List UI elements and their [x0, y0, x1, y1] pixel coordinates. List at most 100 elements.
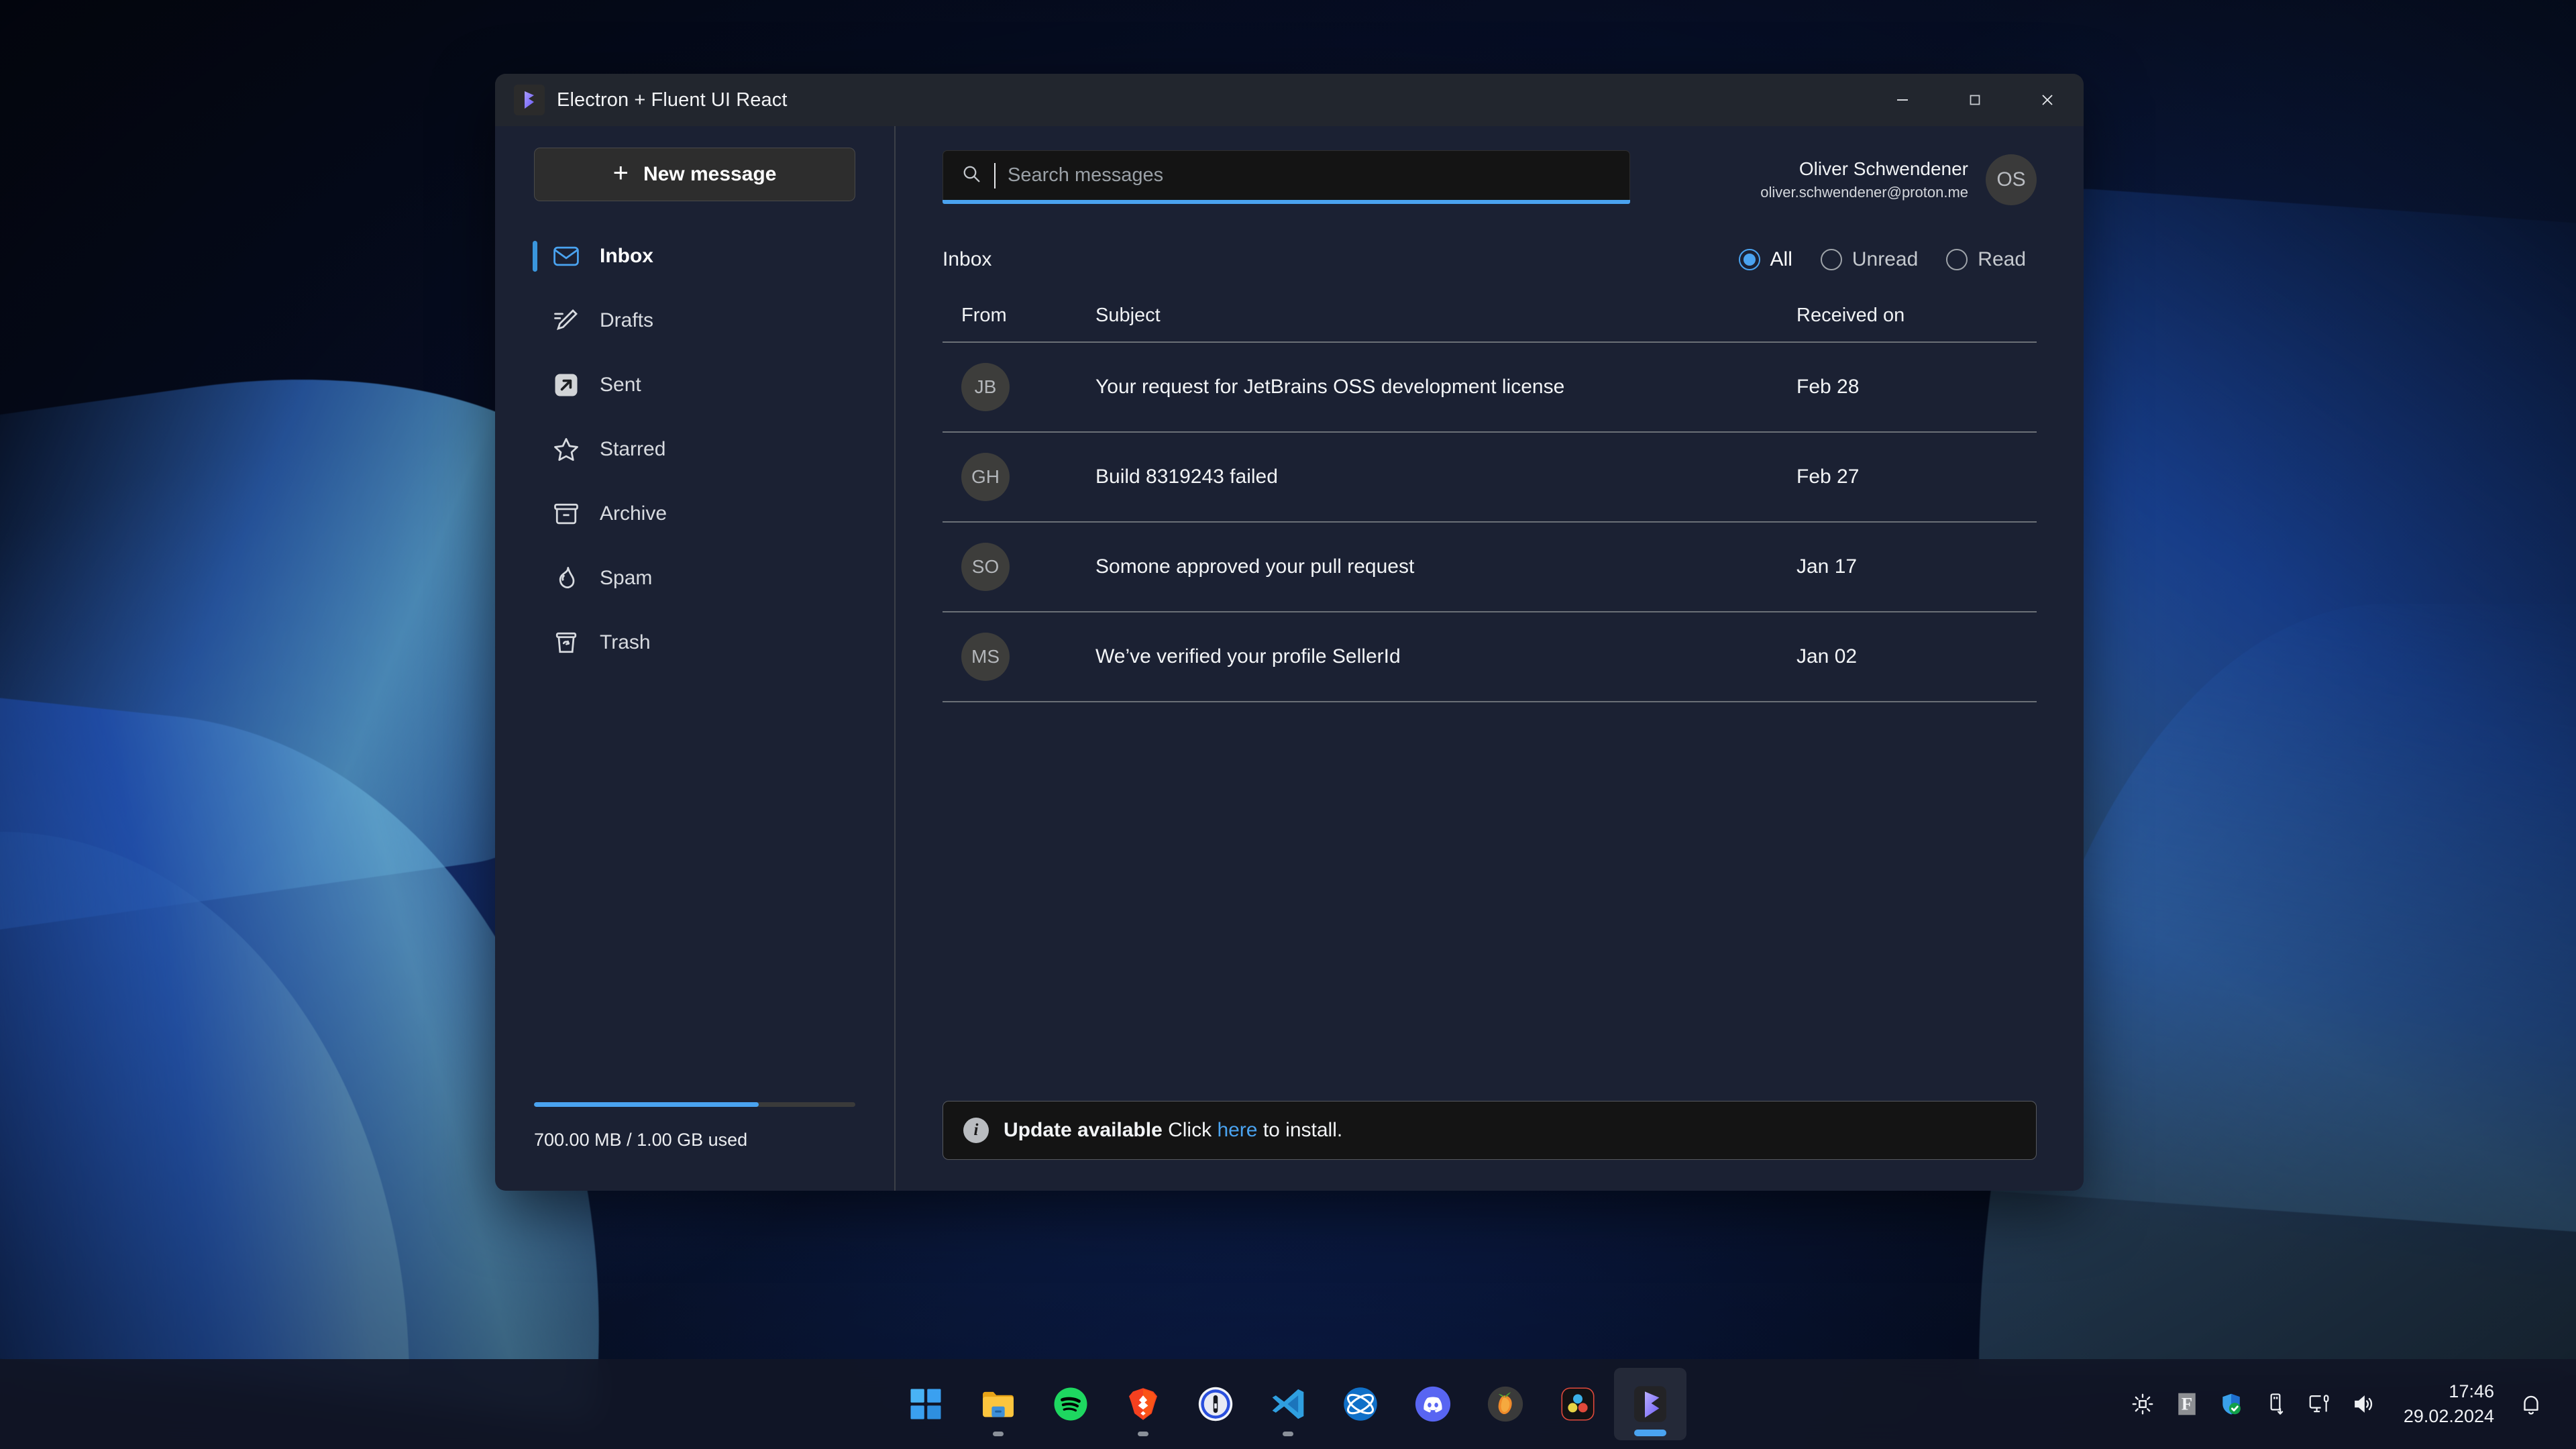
filter-label: Read — [1978, 248, 2026, 271]
update-banner[interactable]: i Update available Click here to install… — [943, 1101, 2037, 1160]
table-row[interactable]: SO Somone approved your pull request Jan… — [943, 523, 2037, 612]
row-subject: Your request for JetBrains OSS developme… — [1095, 376, 1796, 398]
window-controls — [1866, 74, 2084, 126]
user-name: Oliver Schwendener — [1760, 156, 1968, 182]
column-header-received: Received on — [1796, 305, 2018, 327]
avatar[interactable]: OS — [1986, 154, 2037, 205]
sidebar-item-starred[interactable]: Starred — [534, 417, 855, 482]
close-button[interactable] — [2011, 74, 2084, 126]
sidebar-item-spam[interactable]: Spam — [534, 546, 855, 610]
usb-eject-icon[interactable] — [2253, 1375, 2298, 1434]
row-subject: Somone approved your pull request — [1095, 555, 1796, 578]
spotify-icon[interactable] — [1034, 1368, 1107, 1440]
f-app-icon[interactable]: F — [2165, 1375, 2209, 1434]
start-button[interactable] — [890, 1368, 962, 1440]
search-icon — [961, 163, 982, 188]
brave-browser-icon[interactable] — [1107, 1368, 1179, 1440]
filter-radio-read[interactable]: Read — [1935, 243, 2037, 276]
filter-row: Inbox All Unread Read — [943, 243, 2037, 276]
search-field[interactable]: Search messages — [943, 150, 1630, 204]
sender-avatar: GH — [961, 453, 1010, 501]
volume-icon[interactable] — [2342, 1375, 2386, 1434]
banner-bold: Update available — [1004, 1119, 1163, 1141]
app-window: Electron + Fluent UI React + New message — [495, 74, 2084, 1191]
fluent-logo-icon — [514, 85, 545, 115]
column-header-from: From — [961, 305, 1095, 327]
filter-radio-unread[interactable]: Unread — [1810, 243, 1929, 276]
sidebar-item-inbox[interactable]: Inbox — [534, 224, 855, 288]
sidebar-item-label: Starred — [600, 438, 665, 461]
filter-radio-all[interactable]: All — [1728, 243, 1803, 276]
clock-time: 17:46 — [2404, 1379, 2494, 1404]
row-subject: Build 8319243 failed — [1095, 466, 1796, 488]
davinci-resolve-icon[interactable] — [1542, 1368, 1614, 1440]
clock-date: 29.02.2024 — [2404, 1404, 2494, 1429]
row-received: Jan 02 — [1796, 645, 2018, 668]
sidebar-item-sent[interactable]: Sent — [534, 353, 855, 417]
row-received: Feb 28 — [1796, 376, 2018, 398]
search-focus-underline — [943, 200, 1630, 204]
sidebar: + New message Inbox — [495, 126, 896, 1191]
blue-atom-app-icon[interactable] — [1324, 1368, 1397, 1440]
row-subject: We’ve verified your profile SellerId — [1095, 645, 1796, 668]
visual-studio-code-icon[interactable] — [1252, 1368, 1324, 1440]
storage-progress-bar — [534, 1102, 855, 1107]
sender-avatar: SO — [961, 543, 1010, 591]
sidebar-item-label: Trash — [600, 631, 651, 654]
discord-icon[interactable] — [1397, 1368, 1469, 1440]
radio-indicator — [1739, 249, 1760, 270]
new-message-button[interactable]: + New message — [534, 148, 855, 201]
banner-after: to install. — [1257, 1119, 1342, 1141]
column-header-subject: Subject — [1095, 305, 1796, 327]
clock[interactable]: 17:46 29.02.2024 — [2386, 1379, 2509, 1430]
radio-indicator — [1821, 249, 1842, 270]
table-row[interactable]: JB Your request for JetBrains OSS develo… — [943, 343, 2037, 433]
sidebar-item-label: Spam — [600, 567, 652, 590]
fl-studio-icon[interactable] — [1469, 1368, 1542, 1440]
electron-fluent-app-icon[interactable] — [1614, 1368, 1686, 1440]
1password-icon[interactable] — [1179, 1368, 1252, 1440]
sidebar-item-trash[interactable]: Trash — [534, 610, 855, 675]
file-explorer-icon[interactable] — [962, 1368, 1034, 1440]
brightness-icon[interactable] — [2121, 1375, 2165, 1434]
row-from: JB — [961, 363, 1095, 411]
sidebar-item-archive[interactable]: Archive — [534, 482, 855, 546]
storage-progress-fill — [534, 1102, 759, 1107]
table-row[interactable]: GH Build 8319243 failed Feb 27 — [943, 433, 2037, 523]
filter-label: All — [1770, 248, 1792, 271]
page-title: Inbox — [943, 248, 991, 271]
archive-icon — [550, 498, 582, 530]
table-row[interactable]: MS We’ve verified your profile SellerId … — [943, 612, 2037, 702]
star-icon — [550, 433, 582, 466]
search-placeholder: Search messages — [1008, 164, 1163, 186]
radio-indicator — [1946, 249, 1968, 270]
send-icon — [550, 369, 582, 401]
taskbar-apps — [890, 1368, 1686, 1440]
user-profile[interactable]: Oliver Schwendener oliver.schwendener@pr… — [1760, 150, 2037, 205]
filter-radio-group: All Unread Read — [1728, 243, 2037, 276]
install-link[interactable]: here — [1217, 1119, 1257, 1141]
display-cast-icon[interactable] — [2298, 1375, 2342, 1434]
sidebar-item-drafts[interactable]: Drafts — [534, 288, 855, 353]
bell-icon[interactable] — [2509, 1375, 2553, 1434]
maximize-button[interactable] — [1939, 74, 2011, 126]
storage-indicator: 700.00 MB / 1.00 GB used — [534, 1102, 855, 1191]
row-from: SO — [961, 543, 1095, 591]
windows-security-shield-icon[interactable] — [2209, 1375, 2253, 1434]
sidebar-item-label: Archive — [600, 502, 667, 525]
search-input[interactable]: Search messages — [943, 150, 1630, 200]
sidebar-item-label: Drafts — [600, 309, 653, 332]
sender-avatar: MS — [961, 633, 1010, 681]
row-from: GH — [961, 453, 1095, 501]
system-tray: F — [2121, 1375, 2576, 1434]
mail-icon — [550, 240, 582, 272]
banner-before: Click — [1163, 1119, 1218, 1141]
sidebar-item-label: Inbox — [600, 245, 653, 268]
title-bar[interactable]: Electron + Fluent UI React — [495, 74, 2084, 126]
minimize-button[interactable] — [1866, 74, 1939, 126]
folder-nav: Inbox Drafts — [534, 224, 855, 675]
new-message-label: New message — [643, 163, 776, 186]
taskbar: F — [0, 1359, 2576, 1449]
sidebar-item-label: Sent — [600, 374, 641, 396]
svg-text:F: F — [2182, 1394, 2192, 1414]
